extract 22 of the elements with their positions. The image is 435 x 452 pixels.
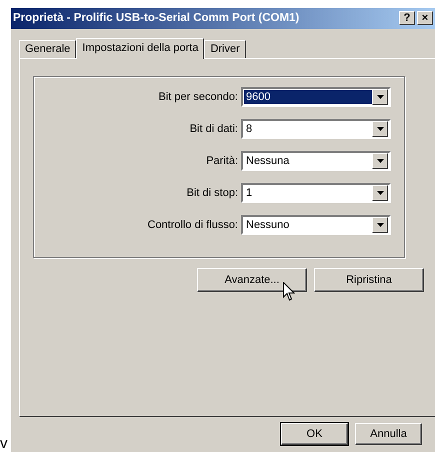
field-label: Bit di stop: (186, 186, 238, 201)
help-button[interactable]: ? (399, 11, 415, 26)
dropdown-field[interactable]: 1 (241, 183, 391, 203)
ok-button[interactable]: OK (281, 423, 348, 445)
field-label: Bit per secondo: (158, 90, 238, 105)
stray-text: v (0, 436, 8, 452)
field-label: Parità: (206, 154, 238, 169)
dropdown-field[interactable]: 9600 (241, 87, 391, 107)
field-label: Bit di dati: (190, 122, 238, 137)
advanced-button[interactable]: Avanzate... (197, 268, 307, 292)
tab[interactable]: Generale (19, 40, 76, 58)
dropdown-field[interactable]: 8 (241, 119, 391, 139)
restore-button[interactable]: Ripristina (314, 268, 424, 292)
window-title: Proprietà - Prolific USB-to-Serial Comm Port (COM1) (13, 10, 300, 26)
cursor-icon (283, 282, 295, 301)
field-label: Controllo di flusso: (148, 218, 238, 233)
close-button[interactable]: × (417, 11, 433, 26)
cancel-button[interactable]: Annulla (355, 423, 422, 445)
tab[interactable]: Impostazioni della porta (76, 38, 204, 59)
dropdown-field[interactable]: Nessuno (241, 215, 391, 235)
dropdown-field[interactable]: Nessuna (241, 151, 391, 171)
tab[interactable]: Driver (204, 40, 246, 58)
